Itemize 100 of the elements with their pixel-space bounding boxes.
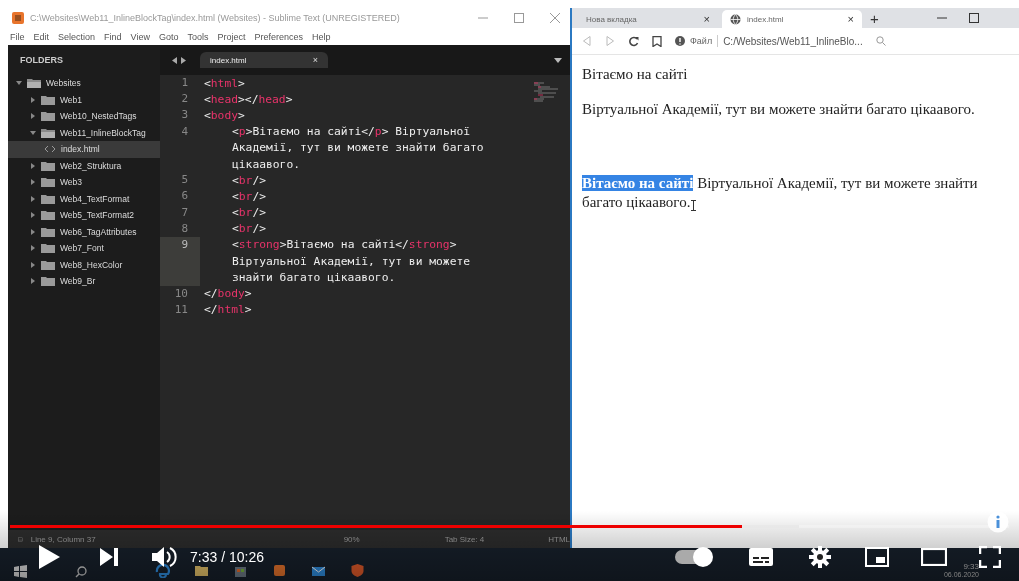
tab-close-button[interactable]: × bbox=[312, 55, 318, 65]
collapsed-arrow-icon[interactable] bbox=[30, 228, 36, 235]
tree-item[interactable]: Web1 bbox=[8, 91, 160, 108]
file-folder-icon[interactable] bbox=[194, 563, 209, 578]
expanded-arrow-icon[interactable] bbox=[30, 129, 36, 136]
browser-tab[interactable]: index.html × bbox=[722, 10, 862, 28]
close-icon[interactable] bbox=[550, 13, 560, 23]
code-line: Академії, тут ви можете знайти багато bbox=[231, 140, 484, 156]
code-line: <br/> bbox=[231, 172, 268, 189]
tree-item[interactable]: Web5_TextFormat2 bbox=[8, 207, 160, 224]
tree-item[interactable]: Web8_HexColor bbox=[8, 256, 160, 273]
menu-item[interactable]: Help bbox=[312, 31, 331, 42]
tree-item[interactable]: Web2_Struktura bbox=[8, 157, 160, 174]
zoom-level: 90% bbox=[343, 534, 360, 544]
subtitles-icon[interactable] bbox=[749, 548, 773, 566]
folder-icon bbox=[41, 177, 55, 188]
tree-item[interactable]: Web4_TextFormat bbox=[8, 190, 160, 207]
page-text: Віртуальної Академії, тут ви можете знайти багато цікаавого. bbox=[582, 100, 976, 119]
tree-item[interactable]: Websites bbox=[8, 75, 160, 92]
menu-item[interactable]: File bbox=[10, 31, 25, 42]
tree-item[interactable]: Web9_Br bbox=[8, 273, 160, 290]
expanded-arrow-icon[interactable] bbox=[16, 80, 22, 87]
tab-close-button[interactable]: × bbox=[847, 13, 854, 25]
file-tab[interactable]: index.html × bbox=[200, 52, 328, 68]
tree-item[interactable]: Web7_Font bbox=[8, 240, 160, 257]
tree-item[interactable]: index.html bbox=[8, 141, 160, 158]
folder-icon bbox=[41, 276, 55, 287]
line-number: 6 bbox=[180, 188, 189, 205]
search-icon[interactable] bbox=[75, 566, 87, 578]
new-tab-button[interactable]: + bbox=[870, 9, 879, 27]
folder-icon bbox=[41, 243, 55, 254]
menu-item[interactable]: Goto bbox=[158, 31, 179, 42]
window-title: C:\Websites\Web11_InlineBlockTag\index.html (Websites) - Sublime Text (UNREGISTERED) bbox=[30, 13, 400, 23]
line-number: 5 bbox=[180, 172, 189, 189]
code-line: <br/> bbox=[231, 221, 268, 237]
globe-icon bbox=[730, 13, 741, 25]
menu-item[interactable]: Selection bbox=[58, 31, 96, 42]
miniplayer-icon[interactable] bbox=[865, 547, 889, 567]
line-number: 7 bbox=[180, 204, 189, 221]
tree-item[interactable]: Web10_NestedTags bbox=[8, 108, 160, 125]
folder-icon bbox=[41, 210, 55, 221]
menu-item[interactable]: Find bbox=[104, 31, 122, 42]
menu-item[interactable]: Preferences bbox=[254, 31, 303, 42]
tab-size[interactable]: Tab Size: 4 bbox=[444, 534, 485, 544]
autoplay-toggle[interactable] bbox=[675, 550, 711, 564]
tab-arrows-icon[interactable] bbox=[172, 56, 186, 64]
collapsed-arrow-icon[interactable] bbox=[30, 195, 36, 202]
code-line: </html> bbox=[204, 302, 253, 318]
tree-item[interactable]: Web11_InlineBlockTag bbox=[8, 124, 160, 141]
collapsed-arrow-icon[interactable] bbox=[30, 113, 36, 120]
syntax-mode[interactable]: HTML bbox=[548, 534, 570, 544]
line-number: 11 bbox=[173, 301, 189, 318]
progress-bar[interactable] bbox=[10, 525, 1009, 528]
tab-close-button[interactable]: × bbox=[703, 13, 710, 25]
code-line: <strong>Вітаємо на сайті</strong> bbox=[231, 237, 458, 254]
settings-icon[interactable] bbox=[809, 546, 831, 568]
collapsed-arrow-icon[interactable] bbox=[30, 162, 36, 169]
tree-item[interactable]: Web6_TagAttributes bbox=[8, 223, 160, 240]
menu-item[interactable]: View bbox=[130, 31, 150, 42]
code-line: <br/> bbox=[231, 188, 268, 205]
menu-item[interactable]: Project bbox=[217, 31, 246, 42]
reload-icon[interactable] bbox=[628, 35, 639, 47]
theater-mode-icon[interactable] bbox=[921, 548, 947, 566]
code-line: знайти багато цікаавого. bbox=[231, 269, 397, 286]
code-line: <head></head> bbox=[204, 91, 294, 108]
folder-icon bbox=[41, 160, 55, 171]
volume-icon[interactable] bbox=[152, 547, 178, 567]
line-number: 9 bbox=[160, 236, 200, 286]
text-cursor-icon bbox=[691, 200, 697, 211]
play-icon[interactable] bbox=[38, 545, 60, 569]
menu-item[interactable]: Tools bbox=[187, 31, 209, 42]
page-text: Вітаємо на сайті Віртуальної Академії, тут ви можете знайти багато цікаавого. bbox=[582, 174, 979, 212]
menu-item[interactable]: Edit bbox=[33, 31, 50, 42]
sublime-app-icon[interactable] bbox=[272, 563, 287, 578]
line-number: 2 bbox=[180, 91, 189, 108]
collapsed-arrow-icon[interactable] bbox=[30, 261, 36, 268]
windows-logo-icon[interactable] bbox=[14, 565, 27, 578]
collapsed-arrow-icon[interactable] bbox=[30, 96, 36, 103]
dropdown-arrow-icon[interactable] bbox=[554, 57, 562, 63]
clock-time: 9:33 bbox=[963, 562, 979, 571]
bookmark-icon[interactable] bbox=[652, 35, 662, 47]
edge-browser-icon[interactable] bbox=[155, 563, 170, 578]
fullscreen-icon[interactable] bbox=[979, 546, 1001, 568]
tree-item[interactable]: Web3 bbox=[8, 174, 160, 191]
code-line: <p>Вітаємо на сайті</p> Віртуальної bbox=[231, 124, 472, 140]
collapsed-arrow-icon[interactable] bbox=[30, 179, 36, 186]
code-line: <body> bbox=[204, 107, 246, 124]
line-number: 3 bbox=[180, 107, 189, 124]
browser-tab[interactable]: Нова вкладка × bbox=[578, 10, 718, 28]
collapsed-arrow-icon[interactable] bbox=[30, 278, 36, 285]
app-icon bbox=[12, 12, 24, 24]
code-line: </body> bbox=[204, 286, 253, 302]
address-bar[interactable]: Файл C:/Websites/Web11_InlineBlo... bbox=[675, 35, 863, 47]
collapsed-arrow-icon[interactable] bbox=[30, 245, 36, 252]
maximize-icon[interactable] bbox=[969, 13, 979, 23]
collapsed-arrow-icon[interactable] bbox=[30, 212, 36, 219]
next-icon[interactable] bbox=[100, 548, 118, 566]
open-folder-icon bbox=[41, 127, 55, 138]
open-folder-icon bbox=[27, 78, 41, 89]
shield-app-icon[interactable] bbox=[350, 563, 365, 578]
